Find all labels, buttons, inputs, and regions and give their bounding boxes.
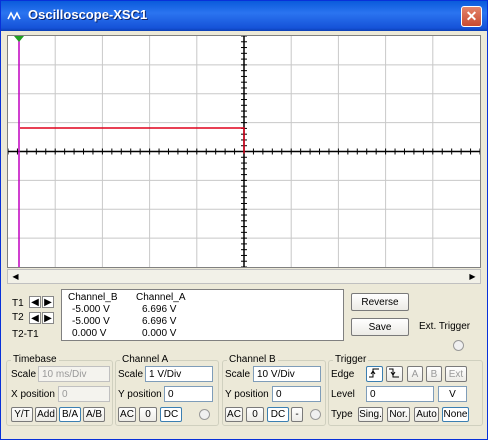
- channel-b-zero-button[interactable]: 0: [246, 407, 264, 422]
- cursor-readout: Channel_B Channel_A -5.000 V -5.000 V 0.…: [61, 289, 344, 341]
- channel-b-ypos-field[interactable]: 0: [272, 386, 321, 402]
- level-label: Level: [331, 389, 355, 400]
- channel-a-scale-label: Scale: [118, 369, 144, 380]
- cha-diff-value: 0.000 V: [142, 328, 177, 339]
- channel-a-header: Channel_A: [136, 292, 186, 303]
- channel-a-terminal-icon[interactable]: [199, 409, 210, 420]
- scope-grid: [7, 35, 481, 268]
- trigger-source-b-button[interactable]: B: [426, 366, 442, 382]
- timebase-scale-label: Scale: [11, 369, 37, 380]
- channel-a-ac-button[interactable]: AC: [118, 407, 136, 422]
- oscilloscope-window: Oscilloscope-XSC1 ✕ ◀ ▶ T1 ◀ ▶ T2 ◀ ▶ T2…: [0, 0, 488, 440]
- scroll-right-icon[interactable]: ▶: [466, 271, 479, 283]
- trigger-single-button[interactable]: Sing.: [358, 407, 383, 422]
- trigger-none-button[interactable]: None: [442, 407, 469, 422]
- trigger-normal-button[interactable]: Nor.: [387, 407, 410, 422]
- t1-right-arrow-icon[interactable]: ▶: [42, 296, 54, 308]
- channel-a-ypos-field[interactable]: 0: [164, 386, 213, 402]
- title-bar[interactable]: Oscilloscope-XSC1 ✕: [1, 1, 487, 31]
- channel-a-zero-button[interactable]: 0: [139, 407, 157, 422]
- timebase-scale-field[interactable]: 10 ms/Div: [38, 366, 110, 382]
- t1-left-arrow-icon[interactable]: ◀: [29, 296, 41, 308]
- close-icon: ✕: [465, 8, 478, 24]
- oscilloscope-icon: [7, 9, 23, 23]
- channel-b-invert-button[interactable]: -: [291, 407, 303, 422]
- timebase-title: Timebase: [11, 354, 59, 365]
- t2-left-arrow-icon[interactable]: ◀: [29, 312, 41, 324]
- trigger-type-label: Type: [331, 409, 353, 420]
- channel-b-ac-button[interactable]: AC: [225, 407, 243, 422]
- chb-t1-value: -5.000 V: [72, 304, 110, 315]
- trigger-source-a-button[interactable]: A: [407, 366, 423, 382]
- horizontal-scrollbar[interactable]: ◀ ▶: [7, 269, 481, 284]
- scroll-left-icon[interactable]: ◀: [9, 271, 22, 283]
- trigger-level-unit[interactable]: V: [438, 386, 467, 402]
- rising-edge-button[interactable]: [366, 366, 383, 382]
- channel-a-dc-button[interactable]: DC: [160, 407, 182, 422]
- chb-t2-value: -5.000 V: [72, 316, 110, 327]
- trigger-title: Trigger: [333, 354, 369, 365]
- channel-a-ypos-label: Y position: [118, 389, 162, 400]
- ext-trigger-label: Ext. Trigger: [419, 321, 471, 332]
- ext-trigger-terminal-icon[interactable]: [453, 340, 464, 351]
- channel-a-trace: [20, 127, 245, 154]
- falling-edge-icon: [389, 368, 399, 378]
- channel-b-ypos-label: Y position: [225, 389, 269, 400]
- channel-a-title: Channel A: [120, 354, 171, 365]
- mode-ba-button[interactable]: B/A: [59, 407, 81, 422]
- chb-diff-value: 0.000 V: [72, 328, 107, 339]
- rising-edge-icon: [369, 368, 379, 378]
- cha-t1-value: 6.696 V: [142, 304, 177, 315]
- mode-ab-button[interactable]: A/B: [83, 407, 105, 422]
- cursor-t1-label: T1: [12, 298, 24, 309]
- mode-add-button[interactable]: Add: [35, 407, 57, 422]
- channel-b-title: Channel B: [227, 354, 278, 365]
- channel-b-header: Channel_B: [68, 292, 118, 303]
- reverse-button[interactable]: Reverse: [351, 293, 409, 311]
- falling-edge-button[interactable]: [386, 366, 403, 382]
- window-title: Oscilloscope-XSC1: [28, 7, 148, 22]
- t2-right-arrow-icon[interactable]: ▶: [42, 312, 54, 324]
- cursor-t2-label: T2: [12, 312, 24, 323]
- channel-b-scale-label: Scale: [225, 369, 251, 380]
- trigger-source-ext-button[interactable]: Ext: [445, 366, 467, 382]
- x-position-field[interactable]: 0: [58, 386, 110, 402]
- trigger-level-field[interactable]: 0: [366, 386, 434, 402]
- trigger-auto-button[interactable]: Auto: [414, 407, 439, 422]
- channel-b-terminal-icon[interactable]: [310, 409, 321, 420]
- cursor-marker-icon: [14, 36, 24, 42]
- edge-label: Edge: [331, 369, 355, 380]
- close-button[interactable]: ✕: [461, 6, 482, 27]
- scope-display[interactable]: [7, 35, 481, 268]
- x-position-label: X position: [11, 389, 55, 400]
- channel-a-scale-field[interactable]: 1 V/Div: [145, 366, 213, 382]
- mode-yt-button[interactable]: Y/T: [11, 407, 33, 422]
- cha-t2-value: 6.696 V: [142, 316, 177, 327]
- channel-b-dc-button[interactable]: DC: [267, 407, 289, 422]
- save-button[interactable]: Save: [351, 318, 409, 336]
- cursor-diff-label: T2-T1: [12, 329, 39, 340]
- channel-b-scale-field[interactable]: 10 V/Div: [253, 366, 321, 382]
